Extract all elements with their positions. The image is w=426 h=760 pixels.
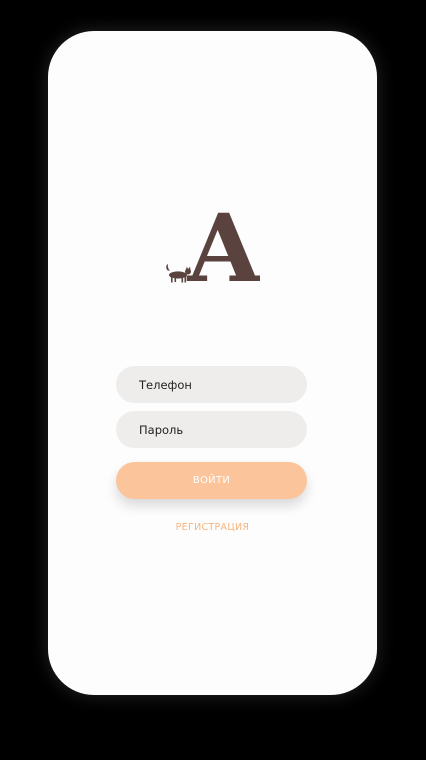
phone-screen: A ВОЙТИ РЕГИСТРАЦИЯ — [48, 31, 377, 695]
phone-field[interactable] — [116, 366, 307, 403]
logo-letter: A — [187, 203, 260, 285]
register-link[interactable]: РЕГИСТРАЦИЯ — [48, 522, 377, 533]
brand-logo: A — [166, 203, 260, 285]
login-button[interactable]: ВОЙТИ — [116, 462, 307, 499]
password-input[interactable] — [139, 422, 307, 437]
password-field[interactable] — [116, 411, 307, 448]
phone-input[interactable] — [139, 377, 307, 392]
